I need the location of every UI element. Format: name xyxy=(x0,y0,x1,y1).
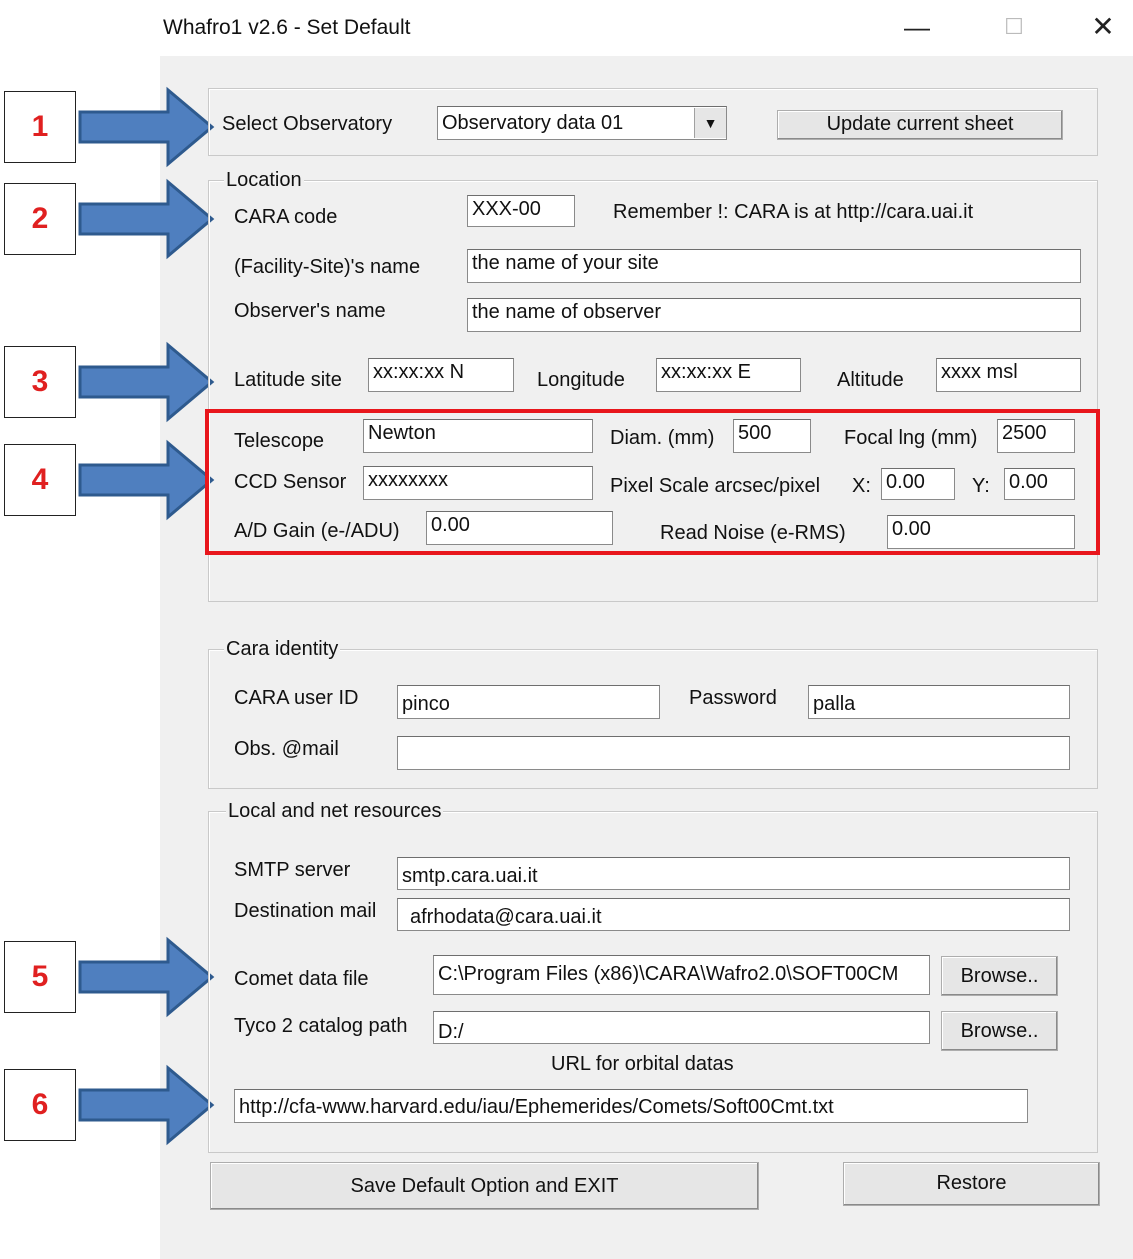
callout-2: 2 xyxy=(4,183,76,255)
diam-input[interactable]: 500 xyxy=(733,419,811,453)
obs-mail-label: Obs. @mail xyxy=(234,738,339,760)
ccd-input[interactable]: xxxxxxxx xyxy=(363,466,593,500)
select-observatory-label: Select Observatory xyxy=(222,113,393,135)
comet-file-label: Comet data file xyxy=(234,968,369,990)
save-exit-button[interactable]: Save Default Option and EXIT xyxy=(210,1162,759,1210)
latitude-input[interactable]: xx:xx:xx N xyxy=(368,358,514,392)
url-label: URL for orbital datas xyxy=(551,1053,734,1075)
altitude-label: Altitude xyxy=(837,369,904,391)
window-title: Whafro1 v2.6 - Set Default xyxy=(163,16,411,39)
location-legend: Location xyxy=(224,169,304,191)
identity-legend: Cara identity xyxy=(224,638,341,660)
read-noise-label: Read Noise (e-RMS) xyxy=(660,522,846,544)
browse-tyco-button[interactable]: Browse.. xyxy=(941,1011,1058,1051)
user-id-input[interactable]: pinco xyxy=(397,685,660,719)
arrow-right-icon xyxy=(78,439,215,521)
browse-comet-button[interactable]: Browse.. xyxy=(941,956,1058,996)
pixel-x-label: X: xyxy=(852,475,871,497)
smtp-label: SMTP server xyxy=(234,859,351,881)
callout-1: 1 xyxy=(4,91,76,163)
cara-code-input[interactable]: XXX-00 xyxy=(467,195,575,227)
pixel-y-label: Y: xyxy=(972,475,990,497)
destination-mail-input[interactable]: afrhodata@cara.uai.it xyxy=(397,898,1070,931)
latitude-label: Latitude site xyxy=(234,369,342,391)
site-name-input[interactable]: the name of your site xyxy=(467,249,1081,283)
callout-6: 6 xyxy=(4,1069,76,1141)
longitude-label: Longitude xyxy=(537,369,625,391)
update-sheet-button[interactable]: Update current sheet xyxy=(777,110,1063,140)
minimize-icon[interactable]: — xyxy=(897,12,937,43)
remember-text: Remember !: CARA is at http://cara.uai.i… xyxy=(613,201,974,223)
restore-button[interactable]: Restore xyxy=(843,1162,1100,1206)
user-id-label: CARA user ID xyxy=(234,687,359,709)
arrow-right-icon xyxy=(78,936,215,1018)
observer-input[interactable]: the name of observer xyxy=(467,298,1081,332)
smtp-input[interactable]: smtp.cara.uai.it xyxy=(397,857,1070,890)
focal-label: Focal lng (mm) xyxy=(844,427,978,449)
observatory-select[interactable]: Observatory data 01 xyxy=(437,106,727,140)
telescope-input[interactable]: Newton xyxy=(363,419,593,453)
pixel-y-input[interactable]: 0.00 xyxy=(1004,468,1075,500)
altitude-input[interactable]: xxxx msl xyxy=(936,358,1081,392)
cara-code-label: CARA code xyxy=(234,206,338,228)
tyco-path-label: Tyco 2 catalog path xyxy=(234,1015,408,1037)
observer-label: Observer's name xyxy=(234,300,386,322)
chevron-down-icon[interactable]: ▼ xyxy=(694,108,726,138)
obs-mail-input[interactable] xyxy=(397,736,1070,770)
destination-mail-label: Destination mail xyxy=(234,900,377,922)
diam-label: Diam. (mm) xyxy=(610,427,715,449)
arrow-right-icon xyxy=(78,178,215,260)
ccd-label: CCD Sensor xyxy=(234,471,347,493)
comet-file-input[interactable]: C:\Program Files (x86)\CARA\Wafro2.0\SOF… xyxy=(433,955,930,995)
resources-legend: Local and net resources xyxy=(226,800,444,822)
url-input[interactable]: http://cfa-www.harvard.edu/iau/Ephemerid… xyxy=(234,1089,1028,1123)
callout-4: 4 xyxy=(4,444,76,516)
password-input[interactable]: palla xyxy=(808,685,1070,719)
password-label: Password xyxy=(689,687,777,709)
pixel-x-input[interactable]: 0.00 xyxy=(881,468,955,500)
arrow-right-icon xyxy=(78,1064,215,1146)
telescope-label: Telescope xyxy=(234,430,325,452)
gain-label: A/D Gain (e-/ADU) xyxy=(234,520,400,542)
observatory-selected: Observatory data 01 xyxy=(442,112,624,134)
focal-input[interactable]: 2500 xyxy=(997,419,1075,453)
close-icon[interactable]: ✕ xyxy=(1083,10,1123,43)
arrow-right-icon xyxy=(78,86,215,168)
pixel-scale-label: Pixel Scale arcsec/pixel xyxy=(610,475,821,497)
maximize-icon[interactable]: ☐ xyxy=(994,14,1034,40)
read-noise-input[interactable]: 0.00 xyxy=(887,515,1075,549)
tyco-path-input[interactable]: D:/ xyxy=(433,1011,930,1044)
callout-5: 5 xyxy=(4,941,76,1013)
gain-input[interactable]: 0.00 xyxy=(426,511,613,545)
callout-3: 3 xyxy=(4,346,76,418)
site-name-label: (Facility-Site)'s name xyxy=(234,256,421,278)
arrow-right-icon xyxy=(78,341,215,423)
longitude-input[interactable]: xx:xx:xx E xyxy=(656,358,801,392)
